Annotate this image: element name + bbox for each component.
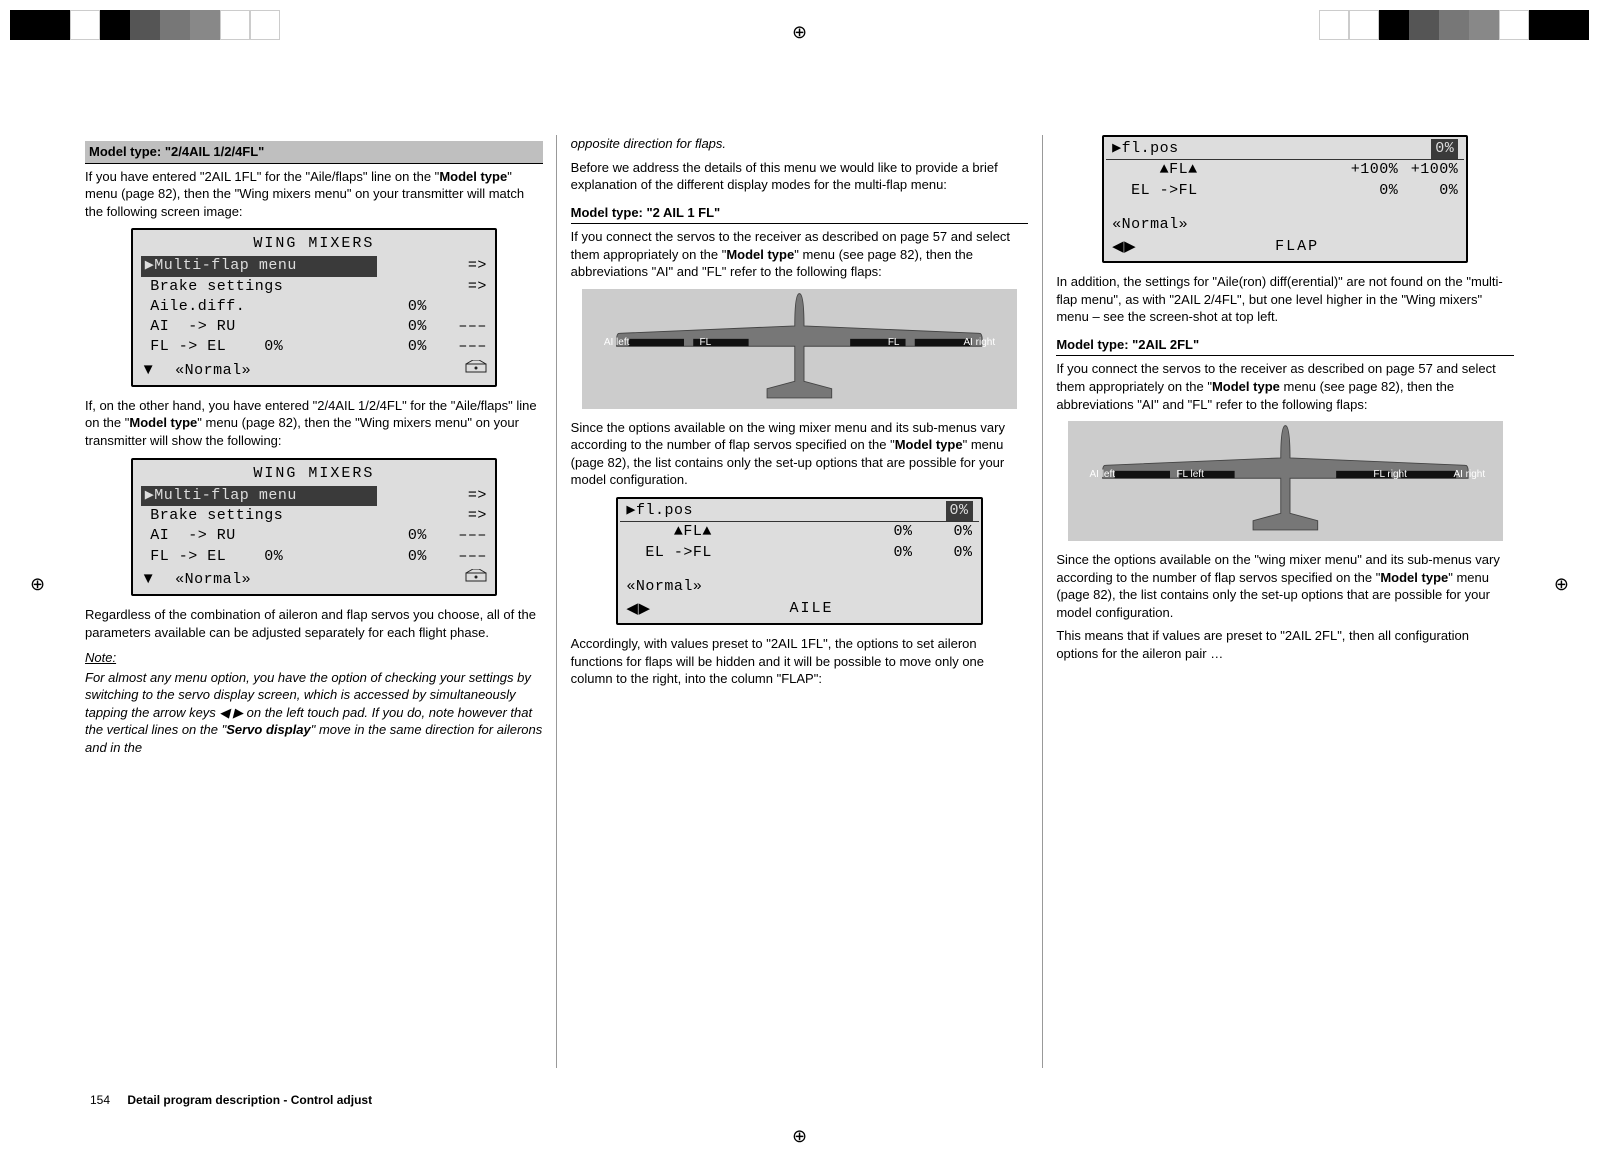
col2-paragraph-4: Accordingly, with values preset to "2AIL… <box>571 635 1029 688</box>
lcd3-nav-arrows-icon: ◀▶ <box>626 599 650 619</box>
wing-diagram-2ail-1fl: AI left FL FL AI right <box>582 289 1017 409</box>
lcd2-title: WING MIXERS <box>135 462 493 486</box>
col1-note-body: For almost any menu option, you have the… <box>85 669 543 757</box>
col1-paragraph-1: If you have entered "2AIL 1FL" for the "… <box>85 168 543 221</box>
lcd1-model-icon <box>465 360 487 381</box>
footer-title: Detail program description - Control adj… <box>127 1093 372 1107</box>
page-number: 154 <box>90 1093 110 1107</box>
crop-mark-left-icon: ⊕ <box>30 572 45 596</box>
lcd4-nav-arrows-icon: ◀▶ <box>1112 237 1136 257</box>
lcd2-model-icon <box>465 569 487 590</box>
col2-paragraph-3: Since the options available on the wing … <box>571 419 1029 489</box>
col1-header: Model type: "2/4AIL 1/2/4FL" <box>85 141 543 164</box>
lcd-wing-mixers-2: WING MIXERS ▶Multi-flap menu=> Brake set… <box>131 458 497 597</box>
col3-paragraph-4: This means that if values are preset to … <box>1056 627 1514 662</box>
wing1-label-fl-left: FL <box>699 337 711 348</box>
aircraft-plan-icon <box>582 289 1017 409</box>
registration-marks-left <box>10 10 280 40</box>
lcd1-nav-arrow-icon: ▼ <box>141 361 156 378</box>
page-footer: 154 Detail program description - Control… <box>90 1092 372 1108</box>
col2-header-1: Model type: "2 AIL 1 FL" <box>571 202 1029 225</box>
col2-paragraph-2: If you connect the servos to the receive… <box>571 228 1029 281</box>
wing1-label-ai-right: AI right <box>963 337 995 348</box>
crop-mark-bottom-icon: ⊕ <box>792 1124 807 1148</box>
wing1-label-fl-right: FL <box>888 337 900 348</box>
wing2-label-fl-left: FL left <box>1176 469 1203 480</box>
col3-paragraph-1: In addition, the settings for "Aile(ron)… <box>1056 273 1514 326</box>
col3-paragraph-2: If you connect the servos to the receive… <box>1056 360 1514 413</box>
col2-paragraph-0: opposite direction for flaps. <box>571 135 1029 153</box>
lcd2-nav-arrow-icon: ▼ <box>141 570 156 587</box>
registration-marks-right <box>1319 10 1589 40</box>
wing1-label-ai-left: AI left <box>604 337 630 348</box>
crop-mark-right-icon: ⊕ <box>1554 572 1569 596</box>
col3-header-1: Model type: "2AIL 2FL" <box>1056 334 1514 357</box>
col1-paragraph-3: Regardless of the combination of aileron… <box>85 606 543 641</box>
lcd1-title: WING MIXERS <box>135 232 493 256</box>
crop-mark-top-icon: ⊕ <box>792 20 807 44</box>
col1-paragraph-2: If, on the other hand, you have entered … <box>85 397 543 450</box>
wing2-label-fl-right: FL right <box>1373 469 1407 480</box>
col1-note-header: Note: <box>85 649 543 667</box>
lcd4-column-label: FLAP <box>1136 237 1458 257</box>
col2-paragraph-1: Before we address the details of this me… <box>571 159 1029 194</box>
lcd3-column-label: AILE <box>651 599 973 619</box>
aircraft-plan-icon <box>1068 421 1503 541</box>
lcd-wing-mixers-1: WING MIXERS ▶Multi-flap menu=> Brake set… <box>131 228 497 387</box>
lcd-flpos-flap: ▶fl.pos 0% ▲FL▲+100%+100% EL ->FL0%0% «N… <box>1102 135 1468 263</box>
wing2-label-ai-left: AI left <box>1089 469 1115 480</box>
page-content: Model type: "2/4AIL 1/2/4FL" If you have… <box>85 135 1514 1068</box>
col3-paragraph-3: Since the options available on the "wing… <box>1056 551 1514 621</box>
lcd-flpos-aile: ▶fl.pos 0% ▲FL▲0%0% EL ->FL0%0% «Normal»… <box>616 497 982 625</box>
wing2-label-ai-right: AI right <box>1453 469 1485 480</box>
wing-diagram-2ail-2fl: AI left FL left FL right AI right <box>1068 421 1503 541</box>
